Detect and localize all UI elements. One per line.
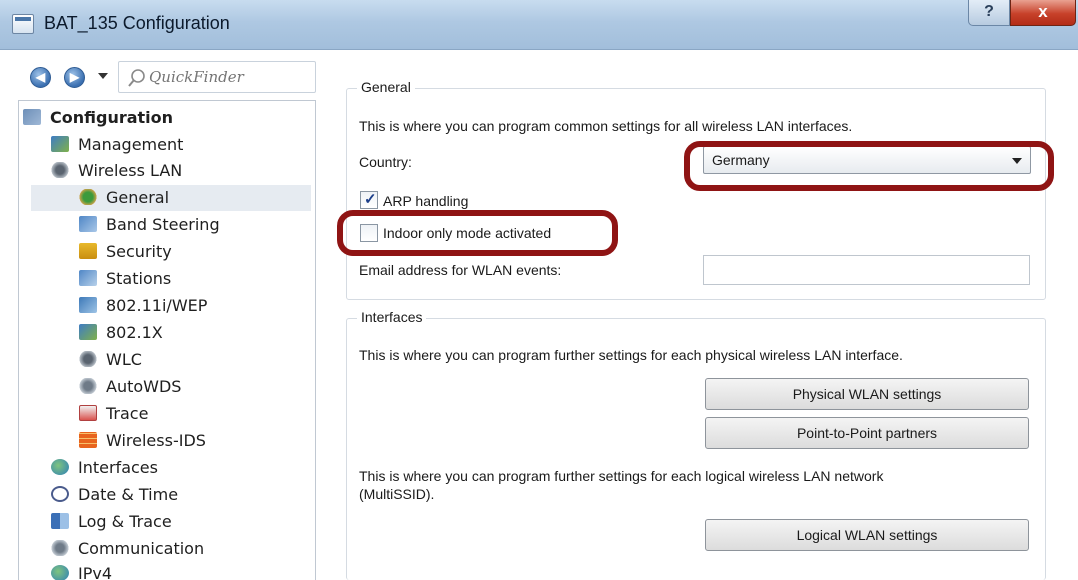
log-icon bbox=[51, 513, 69, 529]
email-field[interactable] bbox=[703, 255, 1030, 285]
tree-item-communication[interactable]: Communication bbox=[51, 536, 204, 562]
left-panel: ◀ ▶ Configuration Management Wireless LA… bbox=[18, 50, 318, 580]
general-group-title: General bbox=[357, 79, 415, 95]
selected-row-highlight bbox=[31, 185, 311, 211]
configuration-tree: Configuration Management Wireless LAN Ge… bbox=[18, 100, 316, 580]
management-icon bbox=[51, 136, 69, 152]
app-window-icon bbox=[12, 14, 34, 34]
quickfinder-box[interactable] bbox=[118, 61, 316, 93]
globe-icon bbox=[79, 189, 97, 205]
settings-panel: General This is where you can program co… bbox=[327, 50, 1078, 580]
quickfinder-input[interactable] bbox=[149, 66, 309, 88]
autowds-icon bbox=[79, 378, 97, 394]
help-button[interactable]: ? bbox=[968, 0, 1010, 26]
tree-item-general[interactable]: General bbox=[79, 185, 169, 211]
lock-icon bbox=[79, 243, 97, 259]
interfaces-group-title: Interfaces bbox=[357, 309, 427, 325]
general-description: This is where you can program common set… bbox=[359, 118, 853, 134]
tree-item-autowds[interactable]: AutoWDS bbox=[79, 374, 181, 400]
configuration-icon bbox=[23, 109, 41, 125]
title-bar: BAT_135 Configuration ? x bbox=[0, 0, 1078, 50]
point-to-point-partners-button[interactable]: Point-to-Point partners bbox=[705, 417, 1029, 449]
country-label: Country: bbox=[359, 154, 412, 170]
history-dropdown-icon[interactable] bbox=[98, 73, 108, 79]
logical-description-line-2: (MultiSSID). bbox=[359, 486, 435, 502]
tree-item-802-1x[interactable]: 802.1X bbox=[79, 320, 163, 346]
navigation-bar: ◀ ▶ bbox=[18, 58, 318, 96]
tree-item-802-11i-wep[interactable]: 802.11i/WEP bbox=[79, 293, 207, 319]
communication-icon bbox=[51, 540, 69, 556]
interfaces-icon bbox=[51, 459, 69, 475]
physical-wlan-settings-button[interactable]: Physical WLAN settings bbox=[705, 378, 1029, 410]
trace-icon bbox=[79, 405, 97, 421]
tree-item-wlc[interactable]: WLC bbox=[79, 347, 142, 373]
forward-button[interactable]: ▶ bbox=[64, 67, 85, 88]
tree-item-interfaces[interactable]: Interfaces bbox=[51, 455, 158, 481]
search-icon bbox=[128, 69, 145, 87]
physical-description: This is where you can program further se… bbox=[359, 347, 903, 363]
wireless-antenna-icon bbox=[79, 351, 97, 367]
ipv4-icon bbox=[51, 565, 69, 580]
window-title: BAT_135 Configuration bbox=[44, 13, 230, 33]
logical-wlan-settings-button[interactable]: Logical WLAN settings bbox=[705, 519, 1029, 551]
logical-description-line-1: This is where you can program further se… bbox=[359, 468, 884, 484]
arp-handling-label: ARP handling bbox=[383, 193, 469, 209]
tree-item-wireless-lan[interactable]: Wireless LAN bbox=[51, 158, 182, 184]
country-select-value: Germany bbox=[712, 152, 770, 168]
tree-item-wireless-ids[interactable]: Wireless-IDS bbox=[79, 428, 206, 454]
tree-item-security[interactable]: Security bbox=[79, 239, 172, 265]
back-button[interactable]: ◀ bbox=[30, 67, 51, 88]
email-label: Email address for WLAN events: bbox=[359, 262, 562, 278]
firewall-icon bbox=[79, 432, 97, 448]
network-icon bbox=[79, 297, 97, 313]
indoor-only-label: Indoor only mode activated bbox=[383, 225, 552, 241]
tree-item-trace[interactable]: Trace bbox=[79, 401, 148, 427]
tree-item-management[interactable]: Management bbox=[51, 132, 183, 158]
stations-icon bbox=[79, 270, 97, 286]
tree-item-date-time[interactable]: Date & Time bbox=[51, 482, 178, 508]
tree-item-ipv4[interactable]: IPv4 bbox=[51, 561, 112, 580]
checkmark-icon: ✓ bbox=[364, 191, 377, 208]
country-select[interactable]: Germany bbox=[703, 146, 1031, 174]
clock-icon bbox=[51, 486, 69, 502]
tree-item-configuration[interactable]: Configuration bbox=[23, 105, 173, 131]
band-steering-icon bbox=[79, 216, 97, 232]
indoor-only-checkbox[interactable] bbox=[360, 224, 378, 242]
tree-item-log-trace[interactable]: Log & Trace bbox=[51, 509, 172, 535]
tree-item-stations[interactable]: Stations bbox=[79, 266, 171, 292]
arp-handling-checkbox[interactable]: ✓ bbox=[360, 191, 378, 209]
wireless-antenna-icon bbox=[51, 162, 69, 178]
chevron-down-icon bbox=[1012, 158, 1022, 164]
users-icon bbox=[79, 324, 97, 340]
close-button[interactable]: x bbox=[1010, 0, 1076, 26]
tree-item-band-steering[interactable]: Band Steering bbox=[79, 212, 220, 238]
